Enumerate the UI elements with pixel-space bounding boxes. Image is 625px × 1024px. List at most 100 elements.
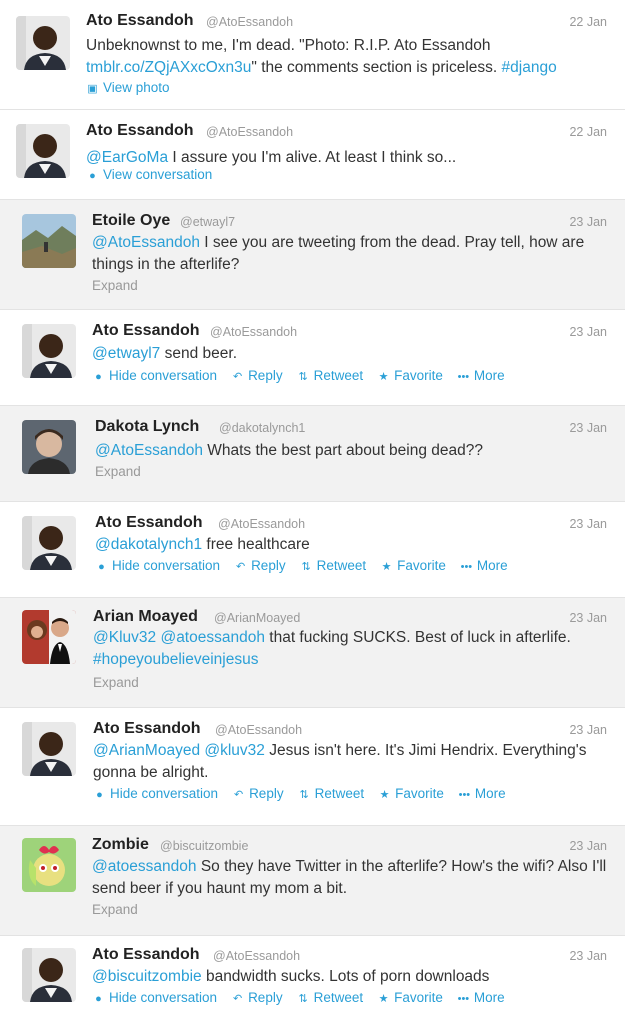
tweet-date[interactable]: 23 Jan <box>569 421 607 435</box>
author-name[interactable]: Ato Essandoh <box>95 514 203 532</box>
favorite-button[interactable]: ★ Favorite <box>380 558 446 573</box>
reply-button[interactable]: ↶ Reply <box>232 786 284 801</box>
retweet-button[interactable]: ⇅ Retweet <box>297 368 363 383</box>
tweet-text-part: Unbeknownst to me, I'm dead. "Photo: R.I… <box>86 37 491 54</box>
tweet-actions: ● Hide conversation ↶ Reply ⇅ Retweet ★ Favorit… <box>92 368 519 383</box>
view-conversation-link[interactable]: ● View conversation <box>86 167 212 182</box>
more-button[interactable]: ••• More <box>457 368 505 383</box>
tweet-date[interactable]: 23 Jan <box>569 839 607 853</box>
author-handle[interactable]: @AtoEssandoh <box>213 949 300 963</box>
author-handle[interactable]: @AtoEssandoh <box>218 517 305 531</box>
mention-link[interactable]: @AtoEssandoh <box>95 442 203 459</box>
tweet-item[interactable]: Dakota Lynch @dakotalynch1 23 Jan @AtoEs… <box>0 406 625 502</box>
mention-link[interactable]: @atoessandoh <box>160 629 265 646</box>
author-name[interactable]: Ato Essandoh <box>93 720 201 738</box>
reply-arrow-icon: ↶ <box>232 993 243 1005</box>
mention-link[interactable]: @atoessandoh <box>92 858 197 875</box>
author-name[interactable]: Arian Moayed <box>93 608 198 626</box>
expand-link[interactable]: Expand <box>95 464 141 479</box>
tweet-item[interactable]: Arian Moayed @ArianMoayed 23 Jan @Kluv32… <box>0 598 625 708</box>
reply-arrow-icon: ↶ <box>232 371 243 383</box>
tweet-item[interactable]: Ato Essandoh @AtoEssandoh 23 Jan @biscui… <box>0 936 625 1024</box>
expand-link[interactable]: Expand <box>93 675 139 690</box>
author-handle[interactable]: @dakotalynch1 <box>219 421 305 435</box>
author-handle[interactable]: @ArianMoayed <box>214 611 300 625</box>
retweet-icon: ⇅ <box>299 789 309 801</box>
tweet-item[interactable]: Etoile Oye @etwayl7 23 Jan @AtoEssandoh … <box>0 200 625 310</box>
star-icon: ★ <box>381 561 392 573</box>
reply-button[interactable]: ↶ Reply <box>231 368 283 383</box>
tweet-item[interactable]: Zombie @biscuitzombie 23 Jan @atoessando… <box>0 826 625 936</box>
mention-link[interactable]: @kluv32 <box>204 742 265 759</box>
reply-button[interactable]: ↶ Reply <box>234 558 286 573</box>
mention-link[interactable]: @etwayl7 <box>92 345 160 362</box>
mention-link[interactable]: @EarGoMa <box>86 149 168 166</box>
tweet-link[interactable]: tmblr.co/ZQjAXxcOxn3u <box>86 59 251 76</box>
hide-conversation-button[interactable]: ● Hide conversation <box>93 786 218 801</box>
retweet-icon: ⇅ <box>301 561 311 573</box>
author-name[interactable]: Etoile Oye <box>92 212 170 230</box>
author-handle[interactable]: @etwayl7 <box>180 215 235 229</box>
star-icon: ★ <box>378 993 389 1005</box>
tweet-actions: ● Hide conversation ↶ Reply ⇅ Retweet ★ Favorit… <box>95 558 522 573</box>
author-name[interactable]: Ato Essandoh <box>92 322 200 340</box>
reply-label: Reply <box>249 786 284 801</box>
reply-button[interactable]: ↶ Reply <box>231 990 283 1005</box>
tweet-date[interactable]: 23 Jan <box>569 517 607 531</box>
tweet-date[interactable]: 22 Jan <box>569 15 607 29</box>
tweet-date[interactable]: 23 Jan <box>569 949 607 963</box>
author-handle[interactable]: @AtoEssandoh <box>215 723 302 737</box>
expand-link[interactable]: Expand <box>92 902 138 917</box>
tweet-date[interactable]: 23 Jan <box>569 611 607 625</box>
retweet-icon: ⇅ <box>298 371 308 383</box>
view-photo-link[interactable]: ▣ View photo <box>86 80 169 95</box>
tweet-item[interactable]: Ato Essandoh @AtoEssandoh 23 Jan @dakota… <box>0 502 625 598</box>
hide-conversation-button[interactable]: ● Hide conversation <box>92 368 217 383</box>
mention-link[interactable]: @AtoEssandoh <box>92 234 200 251</box>
mention-link[interactable]: @ArianMoayed <box>93 742 200 759</box>
retweet-button[interactable]: ⇅ Retweet <box>300 558 367 573</box>
tweet-date[interactable]: 23 Jan <box>569 215 607 229</box>
mention-link[interactable]: @biscuitzombie <box>92 968 202 985</box>
mention-link[interactable]: @dakotalynch1 <box>95 536 202 553</box>
hashtag-link[interactable]: #django <box>502 59 557 76</box>
more-button[interactable]: ••• More <box>458 786 506 801</box>
expand-link[interactable]: Expand <box>92 278 138 293</box>
tweet-date[interactable]: 22 Jan <box>569 125 607 139</box>
photo-icon: ▣ <box>87 83 98 95</box>
hide-conversation-button[interactable]: ● Hide conversation <box>95 558 220 573</box>
hide-conversation-label: Hide conversation <box>112 558 221 573</box>
author-handle[interactable]: @AtoEssandoh <box>206 125 293 139</box>
favorite-button[interactable]: ★ Favorite <box>378 786 444 801</box>
author-handle[interactable]: @AtoEssandoh <box>206 15 293 29</box>
author-handle[interactable]: @AtoEssandoh <box>210 325 297 339</box>
tweet-text-part: free healthcare <box>202 536 310 553</box>
favorite-button[interactable]: ★ Favorite <box>377 368 443 383</box>
author-handle[interactable]: @biscuitzombie <box>160 839 248 853</box>
author-name[interactable]: Zombie <box>92 836 149 854</box>
conversation-bubble-icon: ● <box>89 170 96 182</box>
tweet-date[interactable]: 23 Jan <box>569 723 607 737</box>
retweet-label: Retweet <box>314 786 365 801</box>
retweet-label: Retweet <box>316 558 367 573</box>
hashtag-link[interactable]: #hopeyoubelieveinjesus <box>93 651 258 668</box>
author-name[interactable]: Ato Essandoh <box>86 12 194 30</box>
author-name[interactable]: Ato Essandoh <box>86 122 194 140</box>
mention-link[interactable]: @Kluv32 <box>93 629 156 646</box>
tweet-item[interactable]: Ato Essandoh @AtoEssandoh 22 Jan Unbekno… <box>0 0 625 110</box>
more-button[interactable]: ••• More <box>460 558 508 573</box>
retweet-button[interactable]: ⇅ Retweet <box>298 786 365 801</box>
tweet-item[interactable]: Ato Essandoh @AtoEssandoh 23 Jan @etwayl… <box>0 310 625 406</box>
more-button[interactable]: ••• More <box>457 990 505 1005</box>
reply-label: Reply <box>251 558 286 573</box>
author-name[interactable]: Ato Essandoh <box>92 946 200 964</box>
tweet-text: @ArianMoayed @kluv32 Jesus isn't here. I… <box>93 740 613 784</box>
tweet-text-part: bandwidth sucks. Lots of porn downloads <box>201 968 490 985</box>
tweet-item[interactable]: Ato Essandoh @AtoEssandoh 23 Jan @ArianM… <box>0 708 625 826</box>
author-name[interactable]: Dakota Lynch <box>95 418 199 436</box>
hide-conversation-button[interactable]: ● Hide conversation <box>92 990 217 1005</box>
tweet-item[interactable]: Ato Essandoh @AtoEssandoh 22 Jan @EarGoM… <box>0 110 625 200</box>
favorite-button[interactable]: ★ Favorite <box>377 990 443 1005</box>
retweet-button[interactable]: ⇅ Retweet <box>297 990 363 1005</box>
tweet-date[interactable]: 23 Jan <box>569 325 607 339</box>
